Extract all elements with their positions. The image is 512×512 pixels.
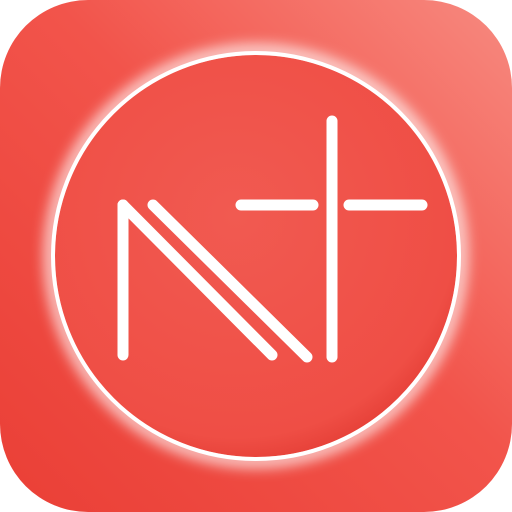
app-icon[interactable]: [0, 0, 512, 512]
app-icon-graphic: [0, 0, 512, 512]
badge-circle: [55, 55, 457, 457]
